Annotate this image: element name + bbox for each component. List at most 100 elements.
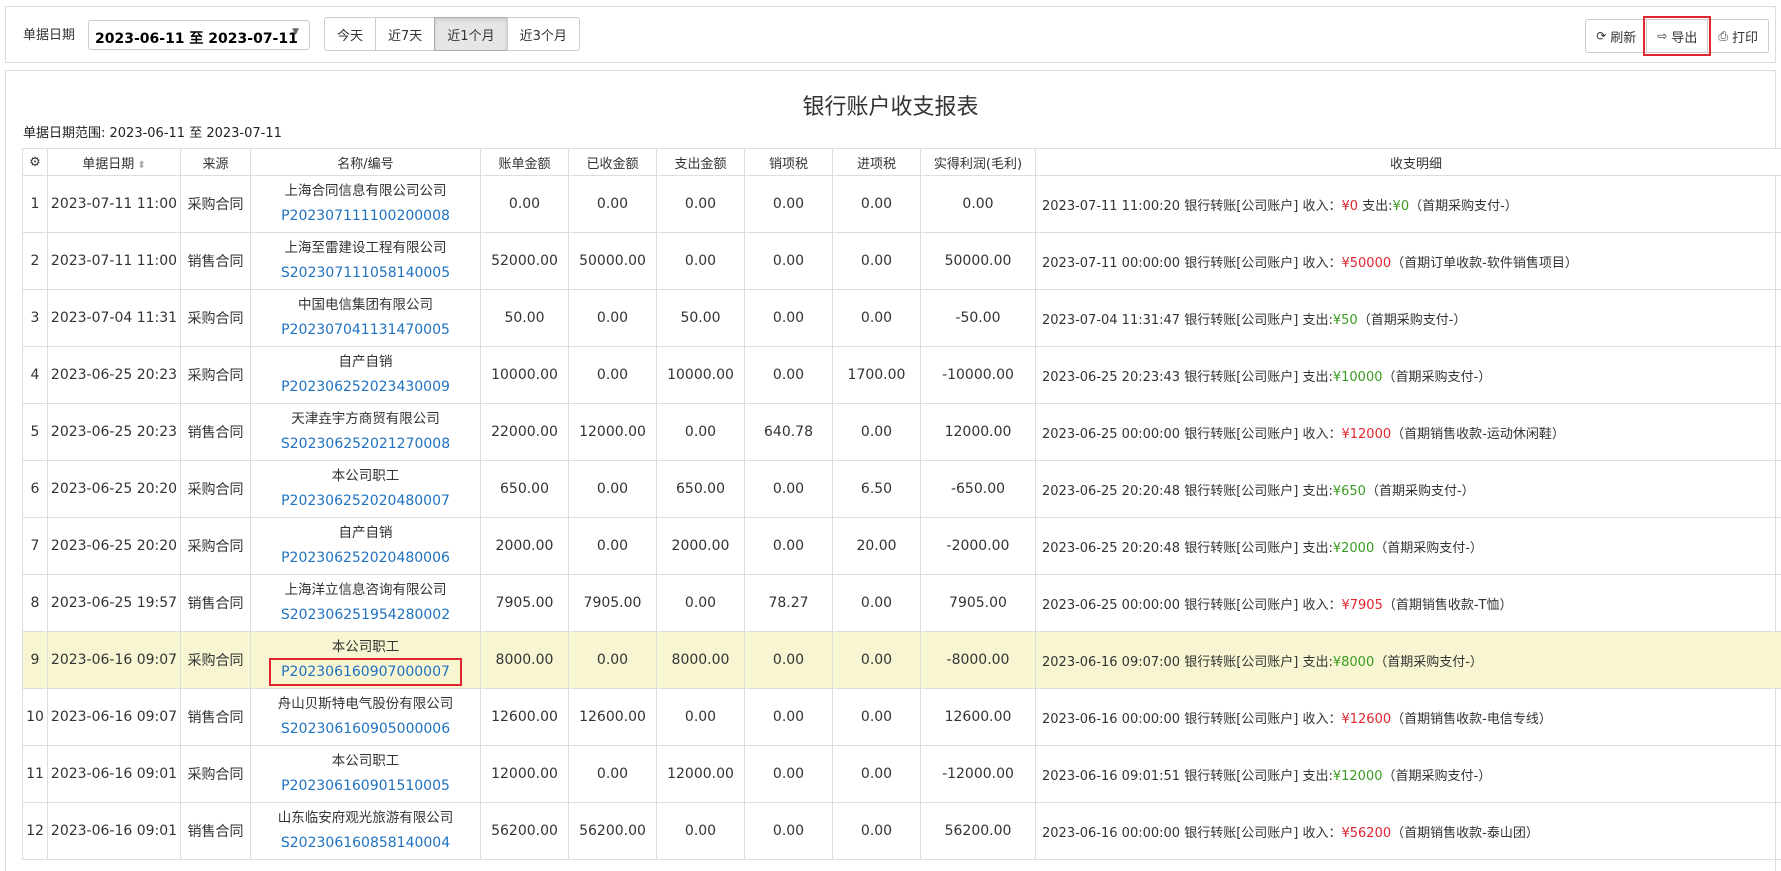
paid-amount: 2000.00 [656,517,745,575]
party-name: 中国电信集团有限公司 [298,297,433,313]
range-today-button[interactable]: 今天 [324,17,377,51]
party-name: 上海合同信息有限公司公司 [284,183,447,199]
party-name: 上海洋立信息咨询有限公司 [284,582,447,598]
document-code-link[interactable]: S202306252021270008 [281,436,450,452]
column-header-bill: 账单金额 [480,148,569,176]
detail-suffix: （首期销售收款-T恤） [1382,597,1513,613]
transaction-detail: 2023-07-11 11:00:20 银行转账[公司账户] 收入：¥0 支出:… [1035,175,1781,233]
row-number: 1 [22,175,48,233]
received-amount: 0.00 [568,460,657,518]
table-row[interactable]: 3 2023-07-04 11:31 采购合同 中国电信集团有限公司 P20230704… [22,289,1781,347]
detail-suffix: （首期采购支付-） [1382,369,1492,385]
detail-amount: ¥650 [1332,483,1366,499]
table-row[interactable]: 2 2023-07-11 11:00 销售合同 上海至雷建设工程有限公司 S202307… [22,232,1781,290]
document-code-link[interactable]: P202306252023430009 [281,379,450,395]
paid-amount: 8000.00 [656,631,745,689]
party-name: 本公司职工 [331,639,400,655]
paid-amount: 10000.00 [656,346,745,404]
range-7days-button[interactable]: 近7天 [375,17,436,51]
sort-icon: ⬍ [137,159,146,171]
document-code-link[interactable]: S202306160905000006 [281,721,450,737]
party-name: 上海至雷建设工程有限公司 [284,240,447,256]
row-number: 2 [22,232,48,290]
source-label: 采购合同 [180,517,251,575]
print-button[interactable]: ⎙ 打印 [1707,19,1769,53]
gross-profit: -8000.00 [920,631,1036,689]
document-code-link[interactable]: P202307041131470005 [281,322,450,338]
gross-profit: -2000.00 [920,517,1036,575]
table-row[interactable]: 5 2023-06-25 20:23 销售合同 天津垚宇方商贸有限公司 S2023062… [22,403,1781,461]
party-name: 本公司职工 [331,753,400,769]
name-code-cell: 自产自销 P202306252020480006 [250,517,481,575]
paid-amount: 0.00 [656,403,745,461]
bill-date: 2023-06-16 09:01 [47,745,181,803]
input-tax: 0.00 [832,289,921,347]
output-tax: 78.27 [744,574,833,632]
bill-amount: 2000.00 [480,517,569,575]
bill-amount: 0.00 [480,175,569,233]
table-row[interactable]: 9 2023-06-16 09:07 采购合同 本公司职工 P2023061609070… [22,631,1781,689]
document-code-link[interactable]: S202306160858140004 [281,835,450,851]
name-code-cell: 山东临安府观光旅游有限公司 S202306160858140004 [250,802,481,860]
paid-amount: 650.00 [656,460,745,518]
bill-date: 2023-06-16 09:01 [47,802,181,860]
document-code-link[interactable]: P202306160907000007 [269,658,462,686]
received-amount: 0.00 [568,346,657,404]
input-tax: 0.00 [832,802,921,860]
action-buttons: ⟳ 刷新 ⇨ 导出 ⎙ 打印 [1585,16,1769,56]
table-row[interactable]: 11 2023-06-16 09:01 采购合同 本公司职工 P202306160901… [22,745,1781,803]
gross-profit: -10000.00 [920,346,1036,404]
row-number: 10 [22,688,48,746]
output-tax: 0.00 [744,688,833,746]
input-tax: 20.00 [832,517,921,575]
range-1month-button[interactable]: 近1个月 [434,17,508,51]
bill-amount: 50.00 [480,289,569,347]
transaction-detail: 2023-06-25 00:00:00 银行转账[公司账户] 收入：¥12000… [1035,403,1781,461]
document-code-link[interactable]: S202306251954280002 [281,607,450,623]
transaction-detail: 2023-06-25 00:00:00 银行转账[公司账户] 收入：¥7905（… [1035,574,1781,632]
export-button[interactable]: ⇨ 导出 [1643,16,1712,56]
document-code-link[interactable]: P202306252020480007 [281,493,450,509]
source-label: 销售合同 [180,232,251,290]
table-row[interactable]: 7 2023-06-25 20:20 采购合同 自产自销 P20230625202048… [22,517,1781,575]
received-amount: 0.00 [568,289,657,347]
table-row[interactable]: 6 2023-06-25 20:20 采购合同 本公司职工 P2023062520204… [22,460,1781,518]
table-row[interactable]: 1 2023-07-11 11:00 采购合同 上海合同信息有限公司公司 P202307… [22,175,1781,233]
table-row[interactable]: 8 2023-06-25 19:57 销售合同 上海洋立信息咨询有限公司 S202306… [22,574,1781,632]
row-number: 5 [22,403,48,461]
detail-text: 2023-07-04 11:31:47 银行转账[公司账户] 支出: [1042,312,1333,328]
document-code-link[interactable]: P202306252020480006 [281,550,450,566]
row-number: 8 [22,574,48,632]
received-amount: 0.00 [568,175,657,233]
column-settings-icon[interactable]: ⚙ [22,148,48,176]
transaction-detail: 2023-06-16 09:01:51 银行转账[公司账户] 支出:¥12000… [1035,745,1781,803]
column-header-date[interactable]: 单据日期 ⬍ [47,148,181,176]
input-tax: 0.00 [832,631,921,689]
document-code-link[interactable]: P202307111100200008 [281,208,450,224]
name-code-cell: 中国电信集团有限公司 P202307041131470005 [250,289,481,347]
column-header-input-tax: 进项税 [832,148,921,176]
document-code-link[interactable]: P202306160901510005 [281,778,450,794]
date-range-picker[interactable]: 2023-06-11 至 2023-07-11 ▼ [88,20,310,50]
output-tax: 0.00 [744,745,833,803]
detail-text: 2023-07-11 11:00:20 银行转账[公司账户] 收入： [1042,198,1342,214]
input-tax: 0.00 [832,574,921,632]
detail-suffix: （首期采购支付-） [1382,768,1492,784]
name-code-cell: 自产自销 P202306252023430009 [250,346,481,404]
source-label: 采购合同 [180,346,251,404]
detail-suffix: （首期采购支付-） [1409,198,1518,214]
bill-amount: 56200.00 [480,802,569,860]
detail-text: 2023-06-25 20:20:48 银行转账[公司账户] 支出: [1042,540,1333,556]
table-row[interactable]: 12 2023-06-16 09:01 销售合同 山东临安府观光旅游有限公司 S2023… [22,802,1781,860]
input-tax: 6.50 [832,460,921,518]
column-header-profit: 实得利润(毛利) [920,148,1036,176]
bill-date: 2023-07-11 11:00 [47,232,181,290]
document-code-link[interactable]: S202307111058140005 [281,265,450,281]
bill-date: 2023-06-25 20:20 [47,460,181,518]
table-row[interactable]: 10 2023-06-16 09:07 销售合同 舟山贝斯特电气股份有限公司 S2023… [22,688,1781,746]
row-number: 11 [22,745,48,803]
range-3months-button[interactable]: 近3个月 [506,17,580,51]
refresh-button[interactable]: ⟳ 刷新 [1585,19,1648,53]
table-row[interactable]: 4 2023-06-25 20:23 采购合同 自产自销 P20230625202343… [22,346,1781,404]
party-name: 山东临安府观光旅游有限公司 [277,810,454,826]
